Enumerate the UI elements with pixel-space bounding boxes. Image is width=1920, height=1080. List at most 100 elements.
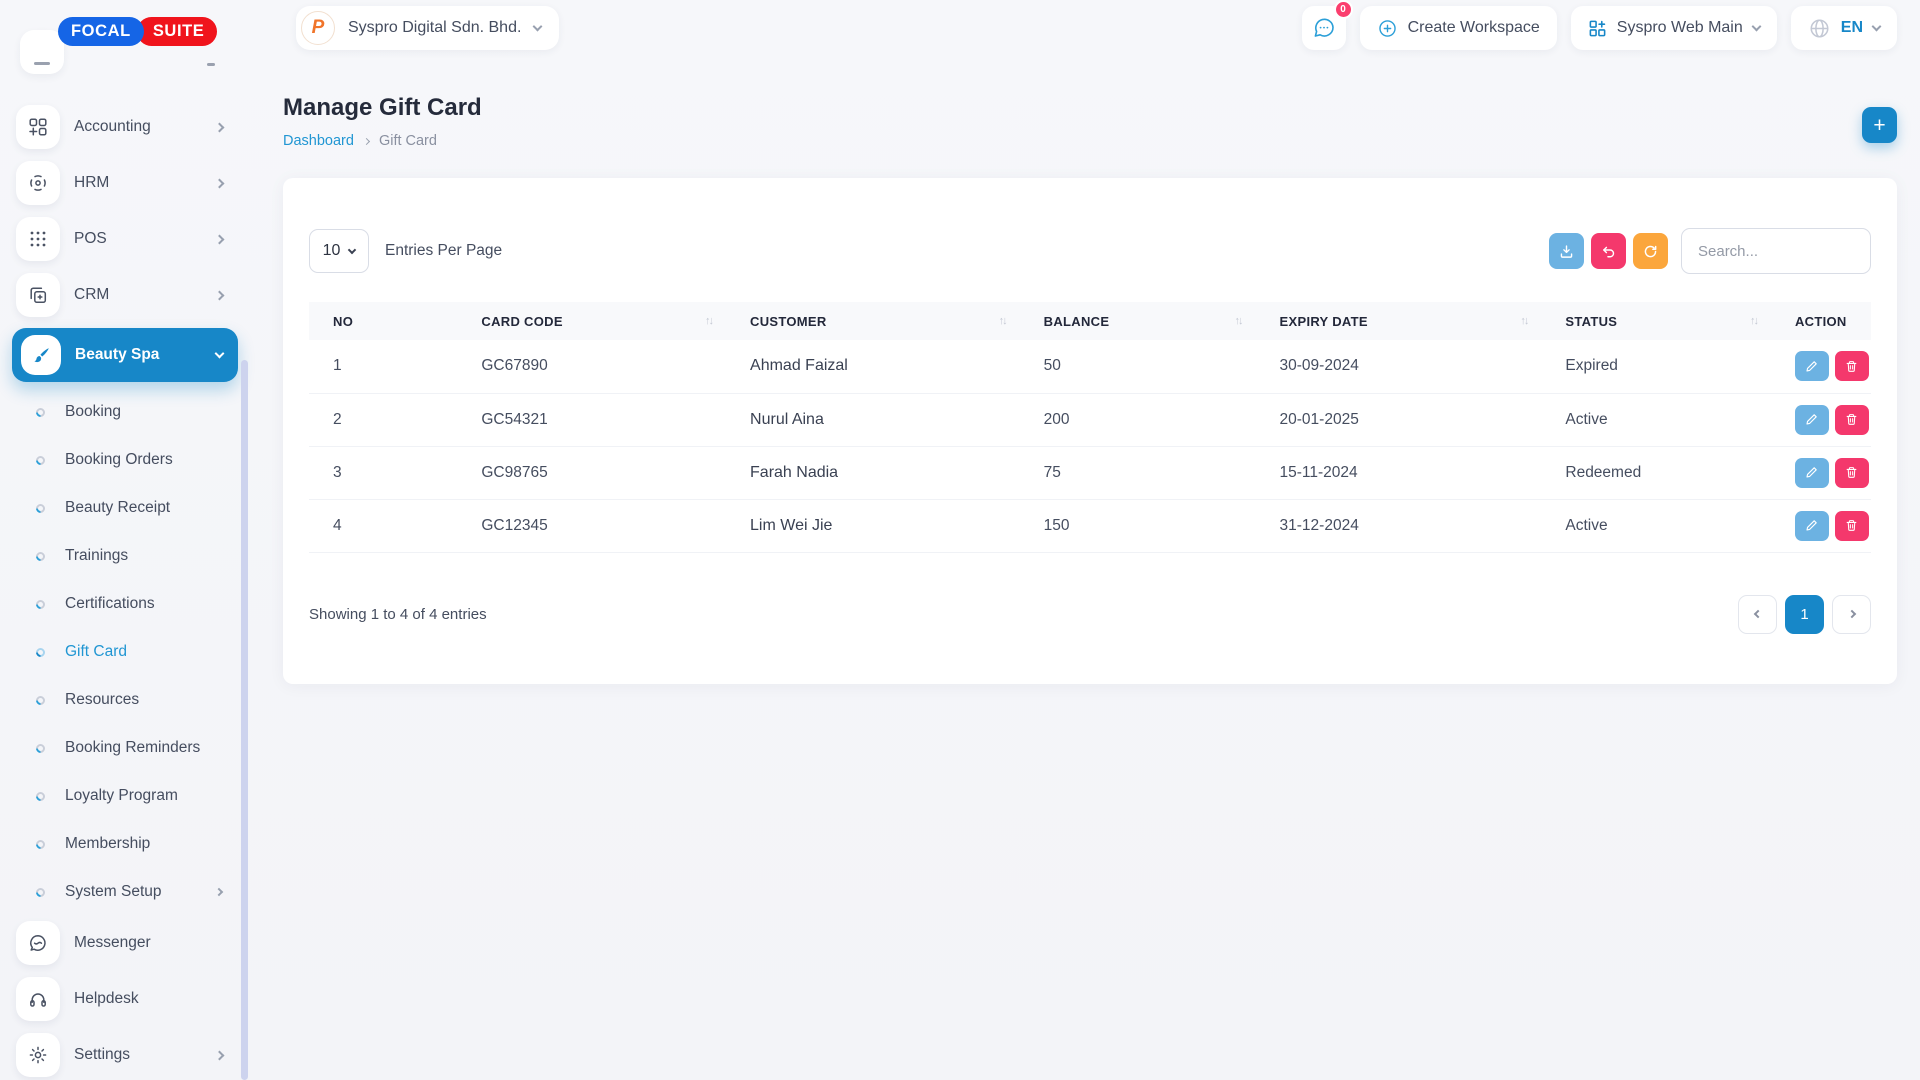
- delete-button[interactable]: [1835, 351, 1869, 381]
- column-label: ACTION: [1795, 314, 1847, 329]
- trash-icon: [1845, 360, 1858, 373]
- delete-button[interactable]: [1835, 458, 1869, 488]
- expiry-date-cell: 15-11-2024: [1256, 446, 1542, 499]
- sidebar-subitem-system-setup[interactable]: System Setup: [12, 872, 238, 912]
- gift-card-table: NOCARD CODE↑↓CUSTOMER↑↓ BALANCE ↑↓ EXPIRY D…: [309, 302, 1871, 553]
- sidebar-subitem-booking-reminders[interactable]: Booking Reminders: [12, 728, 238, 768]
- bullet-icon: [34, 646, 47, 659]
- chevron-right-icon: [215, 290, 225, 300]
- sidebar-item-crm[interactable]: CRM: [12, 272, 238, 318]
- chevron-right-icon: [215, 234, 225, 244]
- sidebar-item-pos[interactable]: POS: [12, 216, 238, 262]
- sidebar-subitem-label: Loyalty Program: [65, 787, 178, 805]
- sidebar-subitem-label: Gift Card: [65, 643, 127, 661]
- edit-button[interactable]: [1795, 351, 1829, 381]
- sidebar-sub-items: Booking Booking Orders Beauty Receipt Tr…: [12, 392, 238, 912]
- download-icon: [1559, 244, 1574, 259]
- customer-cell: Lim Wei Jie: [726, 499, 1020, 552]
- no-cell: 2: [309, 393, 457, 446]
- column-header-no: NO: [309, 302, 457, 340]
- column-label: EXPIRY DATE: [1280, 314, 1368, 329]
- table-row: 1 GC67890 Ahmad Faizal 50 30-09-2024 Exp…: [309, 340, 1871, 393]
- sidebar-tool-items: Messenger Helpdesk Settings: [0, 920, 250, 1078]
- column-label: BALANCE: [1044, 314, 1110, 329]
- sidebar-item-settings[interactable]: Settings: [12, 1032, 238, 1078]
- sidebar-subitem-trainings[interactable]: Trainings: [12, 536, 238, 576]
- accounting-icon: [16, 105, 60, 149]
- sidebar-subitem-booking[interactable]: Booking: [12, 392, 238, 432]
- sidebar-subitem-booking-orders[interactable]: Booking Orders: [12, 440, 238, 480]
- export-download-button[interactable]: [1549, 233, 1584, 269]
- refresh-icon: [1643, 244, 1658, 259]
- crm-icon: [16, 273, 60, 317]
- entries-summary: Showing 1 to 4 of 4 entries: [309, 606, 487, 623]
- sidebar-item-cutoff[interactable]: [12, 42, 238, 90]
- entries-per-page-value: 10: [323, 242, 341, 260]
- cutoff-chevron: [207, 63, 215, 66]
- column-header-expiry-date[interactable]: EXPIRY DATE↑↓: [1256, 302, 1542, 340]
- card-code-cell: GC67890: [457, 340, 726, 393]
- add-gift-card-button[interactable]: +: [1862, 107, 1897, 143]
- delete-button[interactable]: [1835, 511, 1869, 541]
- page-title: Manage Gift Card: [283, 94, 1897, 122]
- action-cell: [1771, 340, 1871, 393]
- sidebar-subitem-membership[interactable]: Membership: [12, 824, 238, 864]
- breadcrumb-dashboard-link[interactable]: Dashboard: [283, 133, 354, 149]
- breadcrumb-current: Gift Card: [379, 133, 437, 149]
- sidebar-item-beauty-spa[interactable]: Beauty Spa: [12, 328, 238, 382]
- pagination-page-1[interactable]: 1: [1785, 595, 1824, 634]
- column-header-customer[interactable]: CUSTOMER↑↓: [726, 302, 1020, 340]
- sidebar-item-accounting[interactable]: Accounting: [12, 104, 238, 150]
- edit-button[interactable]: [1795, 458, 1829, 488]
- column-header-card-code[interactable]: CARD CODE↑↓: [457, 302, 726, 340]
- chevron-right-icon: [215, 178, 225, 188]
- delete-button[interactable]: [1835, 405, 1869, 435]
- sort-icon: ↑↓: [1235, 315, 1242, 327]
- table-actions: [1549, 228, 1871, 274]
- customer-cell: Ahmad Faizal: [726, 340, 1020, 393]
- pagination-next-button[interactable]: [1832, 595, 1871, 634]
- main-content: Manage Gift Card Dashboard Gift Card + 1…: [250, 0, 1920, 1080]
- sidebar-subitem-label: System Setup: [65, 883, 162, 901]
- chevron-right-icon: [215, 888, 223, 896]
- sidebar-subitem-certifications[interactable]: Certifications: [12, 584, 238, 624]
- sidebar-subitem-resources[interactable]: Resources: [12, 680, 238, 720]
- sidebar-subitem-label: Membership: [65, 835, 150, 853]
- status-cell: Active: [1541, 499, 1771, 552]
- search-input[interactable]: [1681, 228, 1871, 274]
- sidebar-item-helpdesk[interactable]: Helpdesk: [12, 976, 238, 1022]
- bullet-icon: [34, 406, 47, 419]
- gift-card-panel: 10 Entries Per Page: [283, 178, 1897, 684]
- edit-button[interactable]: [1795, 511, 1829, 541]
- settings-icon: [16, 1033, 60, 1077]
- chevron-right-icon: [1847, 610, 1855, 618]
- column-header-balance[interactable]: BALANCE ↑↓: [1020, 302, 1256, 340]
- entries-per-page-select[interactable]: 10: [309, 229, 369, 273]
- bullet-icon: [34, 886, 47, 899]
- trash-icon: [1845, 413, 1858, 426]
- column-header-status[interactable]: STATUS↑↓: [1541, 302, 1771, 340]
- sidebar-item-label: Settings: [74, 1046, 130, 1064]
- sidebar-item-messenger[interactable]: Messenger: [12, 920, 238, 966]
- bullet-icon: [34, 742, 47, 755]
- expiry-date-cell: 30-09-2024: [1256, 340, 1542, 393]
- reset-undo-button[interactable]: [1591, 233, 1626, 269]
- bullet-icon: [34, 790, 47, 803]
- trash-icon: [1845, 519, 1858, 532]
- sidebar-item-label: Accounting: [74, 118, 151, 136]
- sidebar-subitem-gift-card[interactable]: Gift Card: [12, 632, 238, 672]
- trash-icon: [1845, 466, 1858, 479]
- breadcrumb: Dashboard Gift Card: [283, 132, 1897, 150]
- sidebar-scrollbar-thumb[interactable]: [241, 360, 248, 1080]
- sidebar-subitem-beauty-receipt[interactable]: Beauty Receipt: [12, 488, 238, 528]
- table-controls: 10 Entries Per Page: [309, 228, 1871, 274]
- pagination-prev-button[interactable]: [1738, 595, 1777, 634]
- sidebar-item-hrm[interactable]: HRM: [12, 160, 238, 206]
- page-head: Manage Gift Card Dashboard Gift Card +: [283, 94, 1897, 150]
- edit-button[interactable]: [1795, 405, 1829, 435]
- sidebar-subitem-loyalty-program[interactable]: Loyalty Program: [12, 776, 238, 816]
- table-footer: Showing 1 to 4 of 4 entries 1: [309, 595, 1871, 634]
- chevron-right-icon: [215, 1050, 225, 1060]
- expiry-date-cell: 31-12-2024: [1256, 499, 1542, 552]
- refresh-button[interactable]: [1633, 233, 1668, 269]
